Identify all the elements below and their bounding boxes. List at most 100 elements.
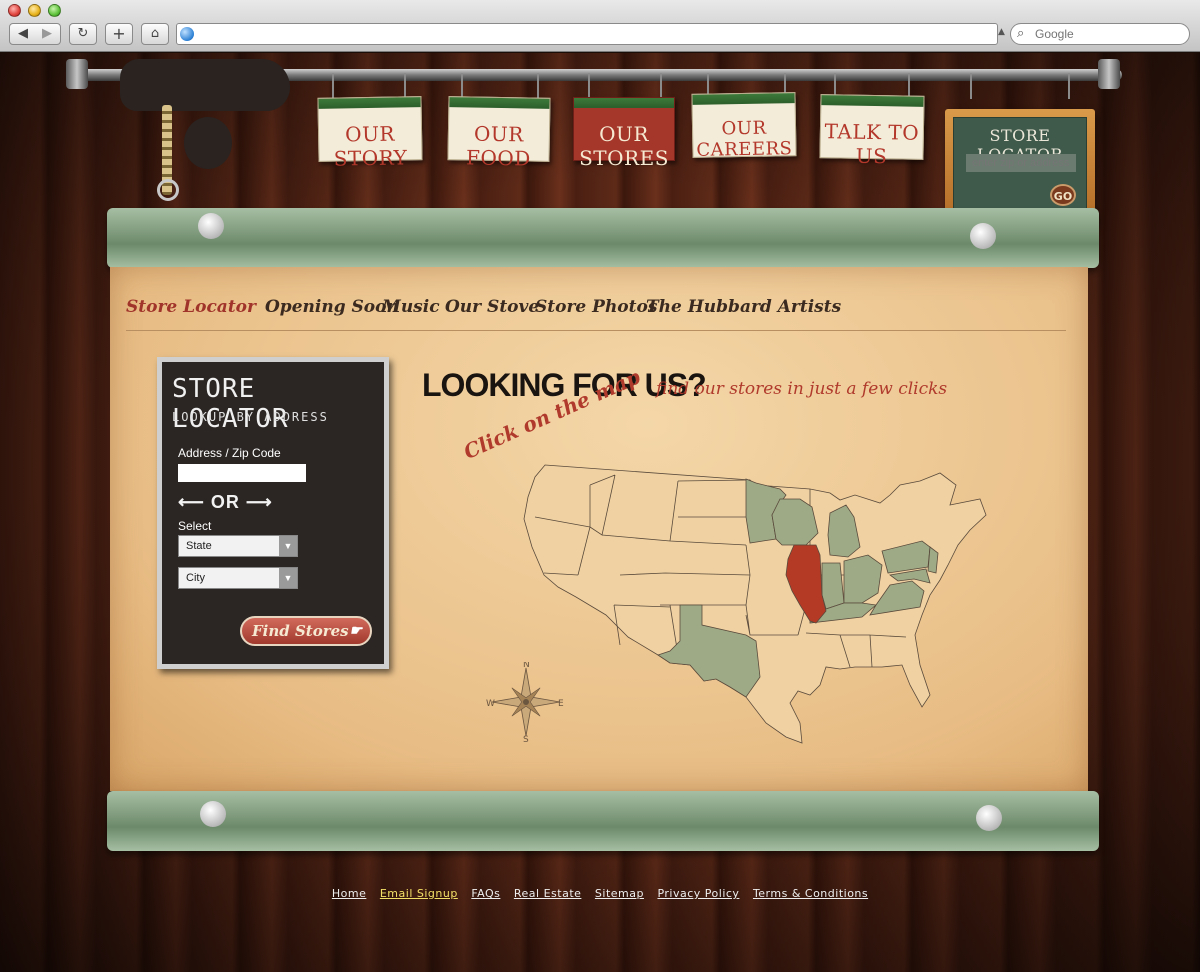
nav-label: OUR FOOD	[465, 121, 532, 171]
compass-w: W	[486, 699, 495, 709]
card-band	[449, 97, 550, 109]
compass-n: N	[523, 662, 530, 670]
globe-icon	[180, 27, 194, 41]
footer-links: Home Email Signup FAQs Real Estate Sitem…	[0, 887, 1200, 900]
sign-hanger	[1068, 73, 1070, 99]
city-select-value: City	[186, 572, 205, 584]
scroll-rail-top	[107, 208, 1099, 268]
nav-our-stores[interactable]: OUR STORES	[573, 97, 675, 170]
store-locator-panel: STORE LOCATOR LOOKUP BY ADDRESS Address …	[157, 357, 389, 669]
footer-link-terms[interactable]: Terms & Conditions	[753, 887, 868, 900]
zoom-window-button[interactable]	[48, 4, 61, 17]
footer-link-sitemap[interactable]: Sitemap	[595, 887, 644, 900]
nav-our-food[interactable]: OUR FOOD	[447, 96, 551, 171]
footer-link-home[interactable]: Home	[332, 887, 366, 900]
sign-hanger	[970, 73, 972, 99]
select-label: Select	[178, 519, 212, 533]
footer-link-privacy-policy[interactable]: Privacy Policy	[657, 887, 739, 900]
map-state-indiana[interactable]	[821, 562, 845, 610]
go-button[interactable]: GO	[1050, 184, 1076, 206]
screw-icon	[198, 213, 224, 239]
panel-title: STORE LOCATOR	[172, 374, 289, 434]
rod-end-left	[66, 59, 88, 89]
minimize-window-button[interactable]	[28, 4, 41, 17]
dropdown-arrow-icon: ▼	[279, 536, 297, 556]
subnav-store-locator[interactable]: Store Locator	[126, 297, 256, 317]
back-arrow-icon[interactable]: ◀	[11, 24, 35, 44]
compass-rose-icon: N S E W	[486, 662, 564, 742]
zip-address-input[interactable]	[966, 154, 1076, 172]
footer-link-real-estate[interactable]: Real Estate	[514, 887, 582, 900]
dropdown-arrow-icon: ▼	[279, 568, 297, 588]
page-background: OUR STORY OUR FOOD OUR STORES OUR CAREER…	[0, 53, 1200, 972]
card-band	[318, 97, 421, 109]
rod-end-right	[1098, 59, 1120, 89]
card-band	[692, 93, 795, 105]
forward-arrow-icon[interactable]: ▶	[35, 24, 59, 44]
browser-toolbar: ◀ ▶ ↻ + ⌂ ▲ ⌕	[0, 0, 1200, 52]
us-map[interactable]	[510, 455, 1000, 755]
search-icon: ⌕	[1017, 26, 1025, 41]
home-button[interactable]: ⌂	[141, 23, 169, 45]
card-hanger	[537, 73, 539, 99]
close-window-button[interactable]	[8, 4, 21, 17]
footer-link-email-signup[interactable]: Email Signup	[380, 887, 458, 900]
left-arrow-icon: ⟵	[178, 492, 205, 512]
logo-shape[interactable]	[120, 59, 290, 111]
subnav-store-photos[interactable]: Store Photos	[535, 297, 657, 317]
home-icon: ⌂	[150, 26, 160, 41]
or-label: OR	[210, 492, 240, 512]
right-arrow-icon: ⟶	[245, 492, 273, 512]
subnav-hubbard-artists[interactable]: The Hubbard Artists	[646, 297, 841, 317]
compass-e: E	[558, 699, 564, 709]
add-bookmark-button[interactable]: +	[105, 23, 133, 45]
plus-icon: +	[112, 24, 126, 43]
reload-icon: ↻	[77, 26, 89, 41]
card-hanger	[404, 73, 406, 99]
nav-label: OUR STORY	[333, 121, 408, 171]
nav-talk-to-us[interactable]: TALK TO US	[819, 94, 925, 168]
screw-icon	[200, 801, 226, 827]
find-stores-button[interactable]: Find Stores ☛	[240, 616, 372, 646]
state-select[interactable]: State ▼	[178, 535, 298, 557]
nav-our-careers[interactable]: OUR CAREERS	[691, 92, 797, 161]
browser-search[interactable]: ⌕	[1010, 23, 1190, 45]
screw-icon	[976, 805, 1002, 831]
scroll-rail-bottom	[107, 791, 1099, 851]
card-band	[574, 98, 674, 108]
card-hanger	[461, 73, 463, 99]
card-band	[821, 95, 924, 107]
nav-our-story[interactable]: OUR STORY	[317, 96, 423, 171]
url-dropdown-icon[interactable]: ▲	[998, 27, 1005, 37]
search-input[interactable]	[1035, 26, 1185, 42]
compass-s: S	[523, 735, 529, 742]
find-stores-label: Find Stores	[252, 622, 349, 640]
compass-center-icon	[523, 699, 529, 705]
state-select-value: State	[186, 540, 212, 552]
subnav-music[interactable]: Music	[382, 297, 440, 317]
card-hanger	[588, 73, 590, 99]
or-divider: ⟵ OR ⟶	[178, 492, 273, 513]
address-bar[interactable]	[176, 23, 998, 45]
card-hanger	[332, 73, 334, 99]
address-label: Address / Zip Code	[178, 446, 281, 460]
nav-label: TALK TO US	[824, 119, 920, 169]
subnav-our-stove[interactable]: Our Stove	[445, 297, 539, 317]
content-paper: Store Locator Opening Soon Music Our Sto…	[110, 267, 1088, 791]
back-forward-buttons[interactable]: ◀ ▶	[9, 23, 61, 45]
nav-label: OUR STORES	[579, 122, 669, 170]
reload-button[interactable]: ↻	[69, 23, 97, 45]
chain-ring	[157, 179, 179, 201]
subnav: Store Locator Opening Soon Music Our Sto…	[126, 297, 1066, 331]
address-input[interactable]	[178, 464, 306, 482]
sign-chalkboard: STORE LOCATOR GO	[953, 117, 1087, 217]
panel-subtitle: LOOKUP BY ADDRESS	[172, 410, 329, 424]
nav-label: OUR CAREERS	[696, 117, 793, 161]
card-hanger	[660, 73, 662, 99]
screw-icon	[970, 223, 996, 249]
city-select[interactable]: City ▼	[178, 567, 298, 589]
footer-link-faqs[interactable]: FAQs	[471, 887, 500, 900]
page-tagline: find our stores in just a few clicks	[656, 379, 948, 399]
subnav-opening-soon[interactable]: Opening Soon	[265, 297, 399, 317]
logo-badge	[184, 117, 232, 169]
